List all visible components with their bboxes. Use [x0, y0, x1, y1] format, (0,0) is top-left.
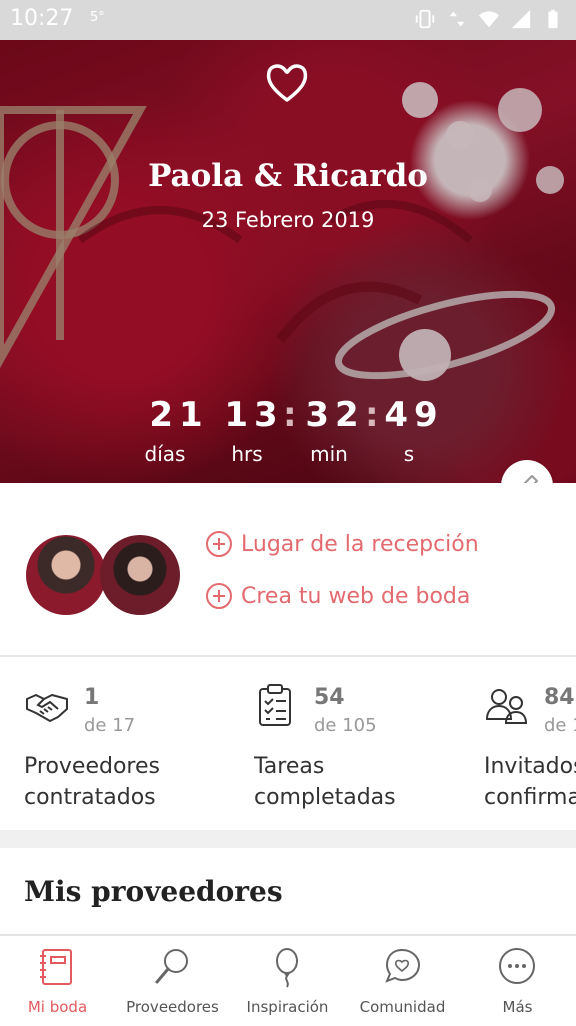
- stat-total: de 17: [84, 715, 136, 736]
- data-arrows-icon: [449, 11, 465, 27]
- battery-icon: [548, 9, 558, 29]
- stat-total: de 1: [544, 715, 576, 736]
- avatar[interactable]: [26, 535, 106, 615]
- countdown-seconds-value: 49: [384, 395, 444, 435]
- status-icons: [414, 8, 564, 30]
- plus-circle-icon: [206, 583, 232, 609]
- signal-icon: [511, 9, 531, 29]
- stat-guests[interactable]: 84 de 1 Invitados confirma: [484, 657, 576, 830]
- guests-icon: [485, 689, 528, 724]
- nav-label: Mi boda: [27, 998, 88, 1016]
- countdown-seconds-label: s: [403, 442, 415, 466]
- nav-label: Comunidad: [359, 998, 446, 1016]
- stat-tasks[interactable]: 54 de 105 Tareas completadas: [254, 657, 484, 830]
- stat-total: de 105: [314, 715, 377, 736]
- create-wedding-website-link[interactable]: Crea tu web de boda: [205, 582, 470, 610]
- link-label: Lugar de la recepción: [241, 531, 479, 557]
- handshake-icon: [26, 694, 68, 722]
- stat-label-line: Tareas: [254, 754, 325, 779]
- stat-label-line: confirma: [484, 785, 576, 810]
- section-title-my-vendors: Mis proveedores: [24, 875, 283, 908]
- stat-count: 1: [84, 685, 100, 710]
- avatar[interactable]: [100, 535, 180, 615]
- section-separator: [0, 830, 576, 848]
- status-bar: 10:27 5°: [0, 0, 576, 40]
- balloon-icon: [276, 948, 298, 988]
- bottom-navigation: Mi boda Proveedores Inspiración Comunida…: [0, 934, 576, 1024]
- link-label: Crea tu web de boda: [241, 583, 471, 609]
- wedding-date: 23 Febrero 2019: [201, 208, 375, 232]
- stat-label-line: contratados: [24, 785, 156, 810]
- stat-label: Proveedores contratados: [24, 751, 160, 813]
- notebook-icon: [40, 949, 72, 985]
- stat-count: 54: [314, 685, 345, 710]
- stat-label: Invitados confirma: [484, 751, 576, 813]
- stat-vendors[interactable]: 1 de 17 Proveedores contratados: [24, 657, 254, 830]
- add-reception-venue-link[interactable]: Lugar de la recepción: [205, 530, 479, 558]
- heart-icon: [266, 64, 308, 102]
- nav-label: Más: [502, 998, 533, 1016]
- nav-item-proveedores[interactable]: Proveedores: [115, 936, 230, 1026]
- vibrate-icon: [415, 9, 435, 29]
- nav-label: Proveedores: [126, 998, 219, 1016]
- wedding-hero: Paola & Ricardo 23 Febrero 2019 21 días …: [0, 40, 576, 483]
- stat-label: Tareas completadas: [254, 751, 396, 813]
- nav-item-inspiracion[interactable]: Inspiración: [230, 936, 345, 1026]
- nav-label: Inspiración: [246, 998, 329, 1016]
- wifi-icon: [478, 11, 500, 28]
- status-extra: 5°: [90, 10, 105, 25]
- magnifier-icon: [155, 949, 188, 984]
- clipboard-checklist-icon: [259, 684, 291, 726]
- couple-profile: Lugar de la recepción Crea tu web de bod…: [0, 483, 576, 655]
- stat-label-line: completadas: [254, 785, 396, 810]
- countdown-timer: 21 días 13 hrs : 32 min : 49 s: [0, 395, 576, 475]
- nav-item-mi-boda[interactable]: Mi boda: [0, 936, 115, 1026]
- nav-item-comunidad[interactable]: Comunidad: [345, 936, 460, 1026]
- stat-label-line: Proveedores: [24, 754, 160, 779]
- chat-heart-icon: [385, 948, 421, 983]
- more-dots-icon: [499, 948, 535, 984]
- stat-label-line: Invitados: [484, 754, 576, 779]
- couple-names: Paola & Ricardo: [148, 158, 428, 194]
- nav-item-mas[interactable]: Más: [460, 936, 575, 1026]
- stat-count: 84: [544, 685, 575, 710]
- plus-circle-icon: [206, 531, 232, 557]
- status-time: 10:27: [10, 6, 74, 31]
- progress-stats: 1 de 17 Proveedores contratados 54 de 10…: [0, 657, 576, 830]
